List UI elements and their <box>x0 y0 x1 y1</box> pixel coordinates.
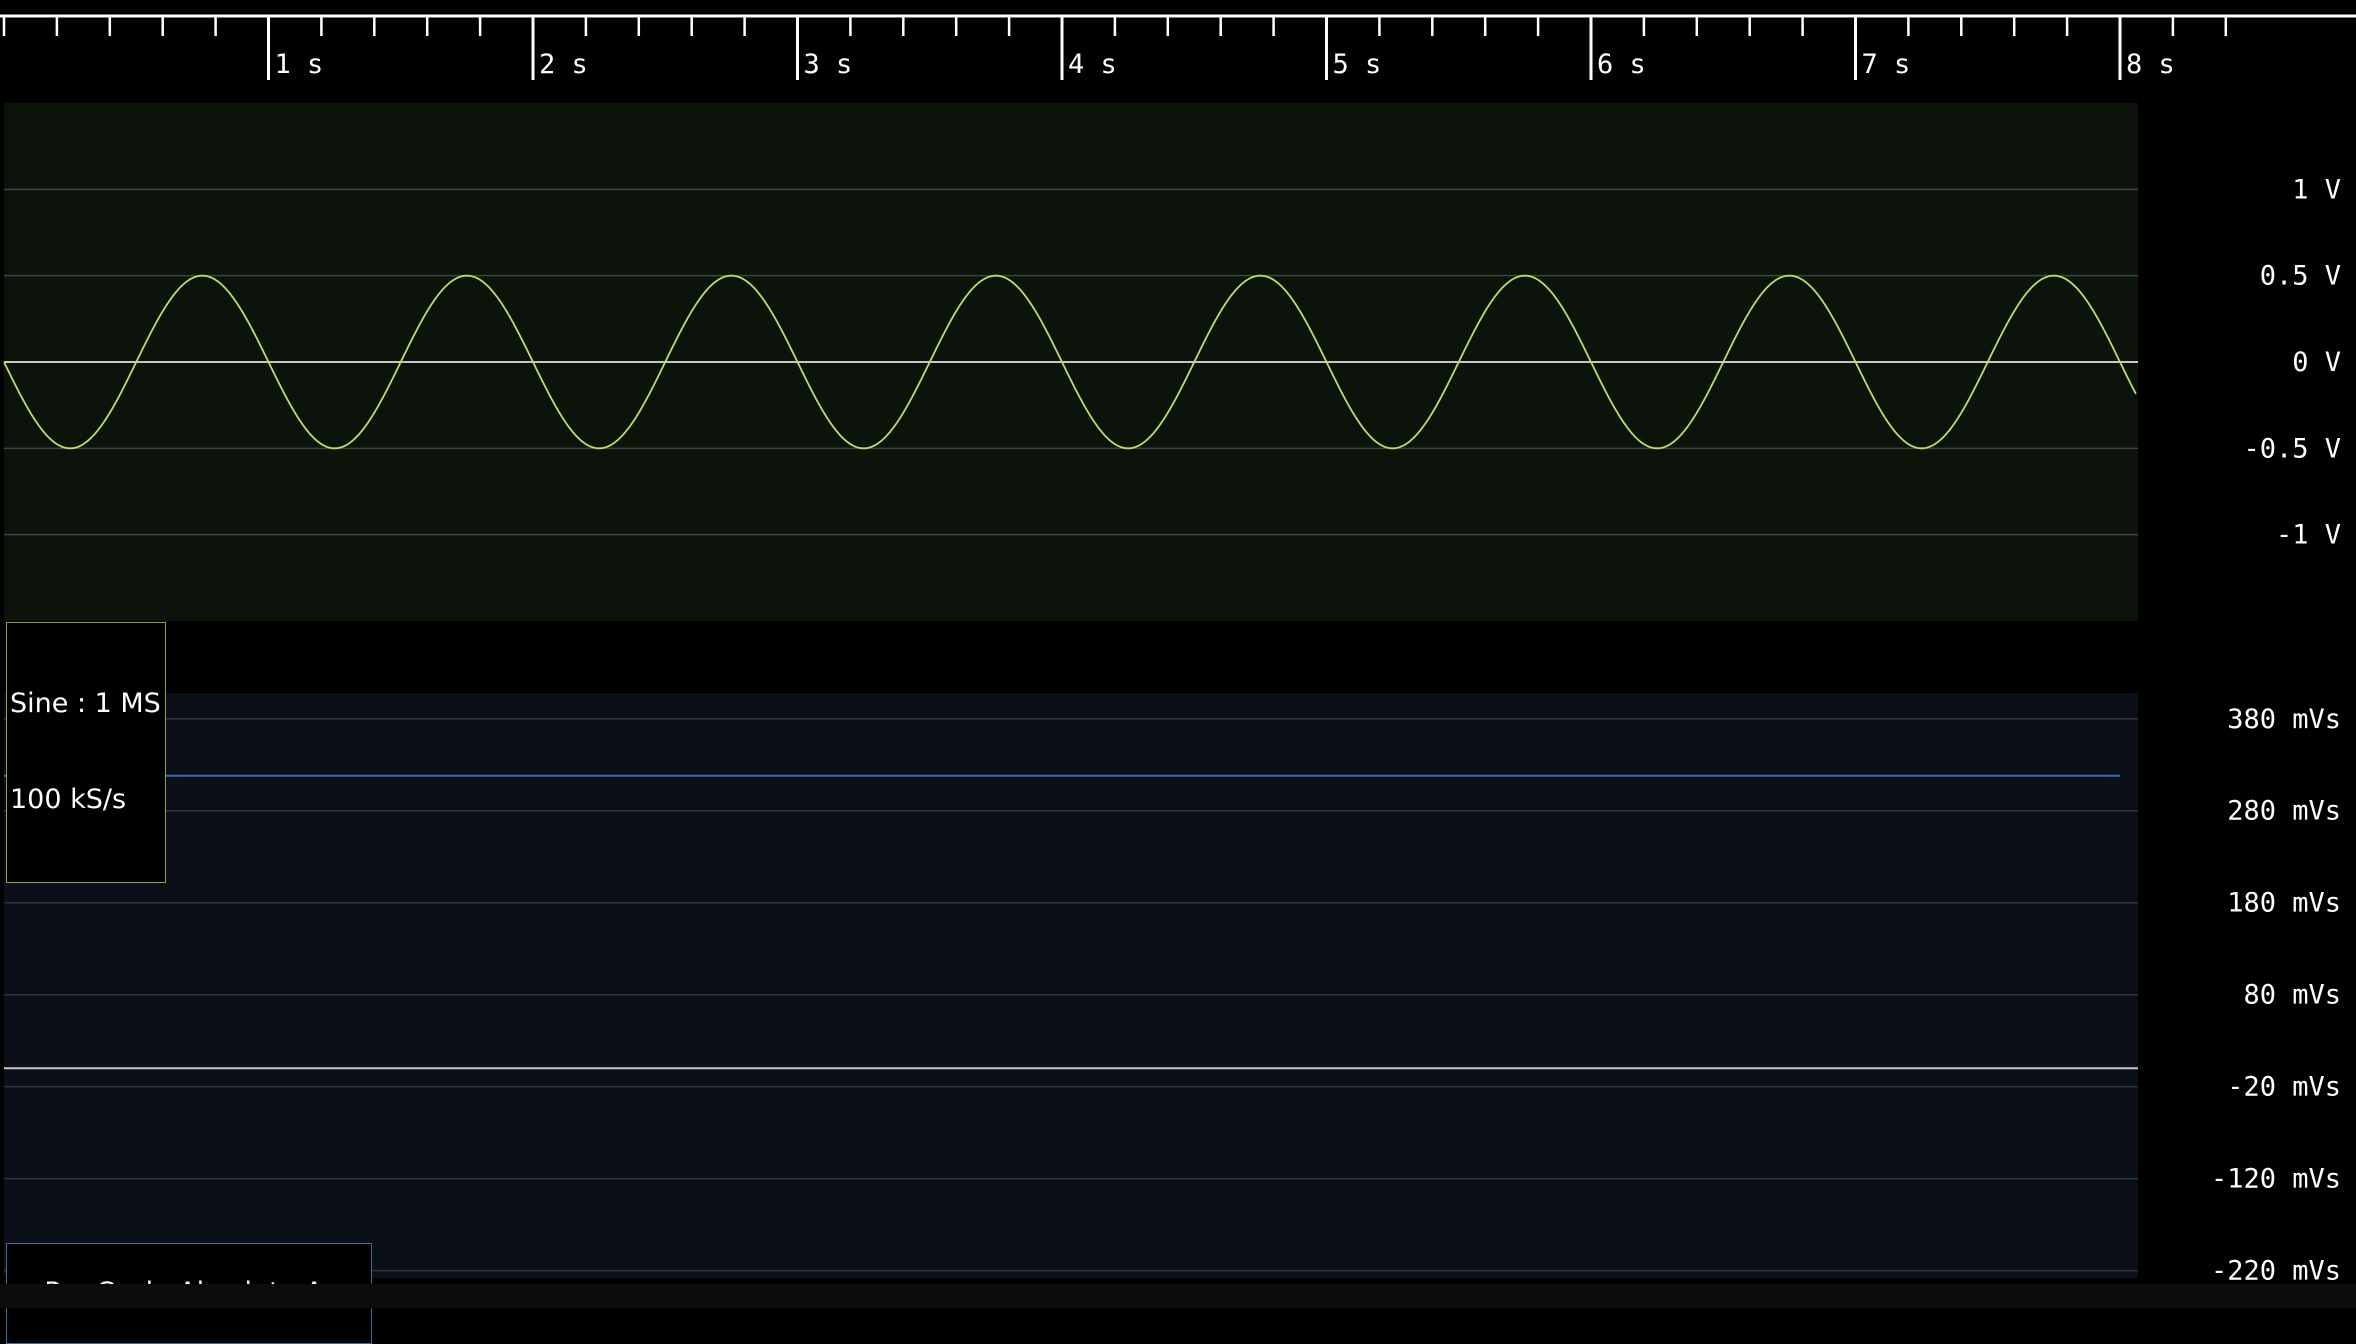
ruler-tick-label: 5 s <box>1333 49 1382 80</box>
ruler-tick-label: 3 s <box>804 49 853 80</box>
area-y-tick-label: 180 mVs <box>2227 888 2341 919</box>
signal-channel-label[interactable]: Sine : 1 MS 100 kS/s <box>6 622 166 883</box>
scope-view: 1 s2 s3 s4 s5 s6 s7 s8 s9 s 1 V0.5 V0 V-… <box>0 0 2356 1344</box>
area-plot-background <box>4 693 2138 1278</box>
signal-y-tick-label: 0 V <box>2292 347 2341 378</box>
area-y-tick-label: 80 mVs <box>2243 980 2341 1011</box>
area-y-tick-label: 280 mVs <box>2227 796 2341 827</box>
ruler-tick-label: 7 s <box>1862 49 1911 80</box>
ruler-tick-label: 4 s <box>1068 49 1117 80</box>
area-y-axis: 380 mVs 280 mVs 180 mVs 80 mVs -20 mVs -120 m… <box>2211 704 2341 1287</box>
ruler-tick-label: 8 s <box>2126 49 2175 80</box>
area-y-tick-label: 380 mVs <box>2227 704 2341 735</box>
signal-y-tick-label: 0.5 V <box>2260 261 2341 292</box>
area-y-tick-label: -120 mVs <box>2211 1164 2341 1195</box>
chart-canvas: 1 s2 s3 s4 s5 s6 s7 s8 s9 s 1 V0.5 V0 V-… <box>0 14 2356 1287</box>
time-ruler[interactable]: 1 s2 s3 s4 s5 s6 s7 s8 s9 s <box>0 14 2356 80</box>
area-y-tick-label: -220 mVs <box>2211 1256 2341 1287</box>
signal-channel-name: Sine : 1 MS <box>10 688 161 719</box>
signal-sample-rate: 100 kS/s <box>10 784 127 815</box>
signal-y-tick-label: -0.5 V <box>2243 433 2341 464</box>
signal-y-tick-label: 1 V <box>2292 174 2341 205</box>
signal-y-axis: 1 V 0.5 V 0 V -0.5 V -1 V <box>2243 174 2341 550</box>
ruler-tick-label: 6 s <box>1597 49 1646 80</box>
signal-y-tick-label: -1 V <box>2276 520 2341 551</box>
bottom-scrollbar[interactable] <box>0 1284 2356 1308</box>
ruler-tick-label: 1 s <box>275 49 324 80</box>
area-y-tick-label: -20 mVs <box>2227 1072 2341 1103</box>
ruler-tick-label: 2 s <box>539 49 588 80</box>
